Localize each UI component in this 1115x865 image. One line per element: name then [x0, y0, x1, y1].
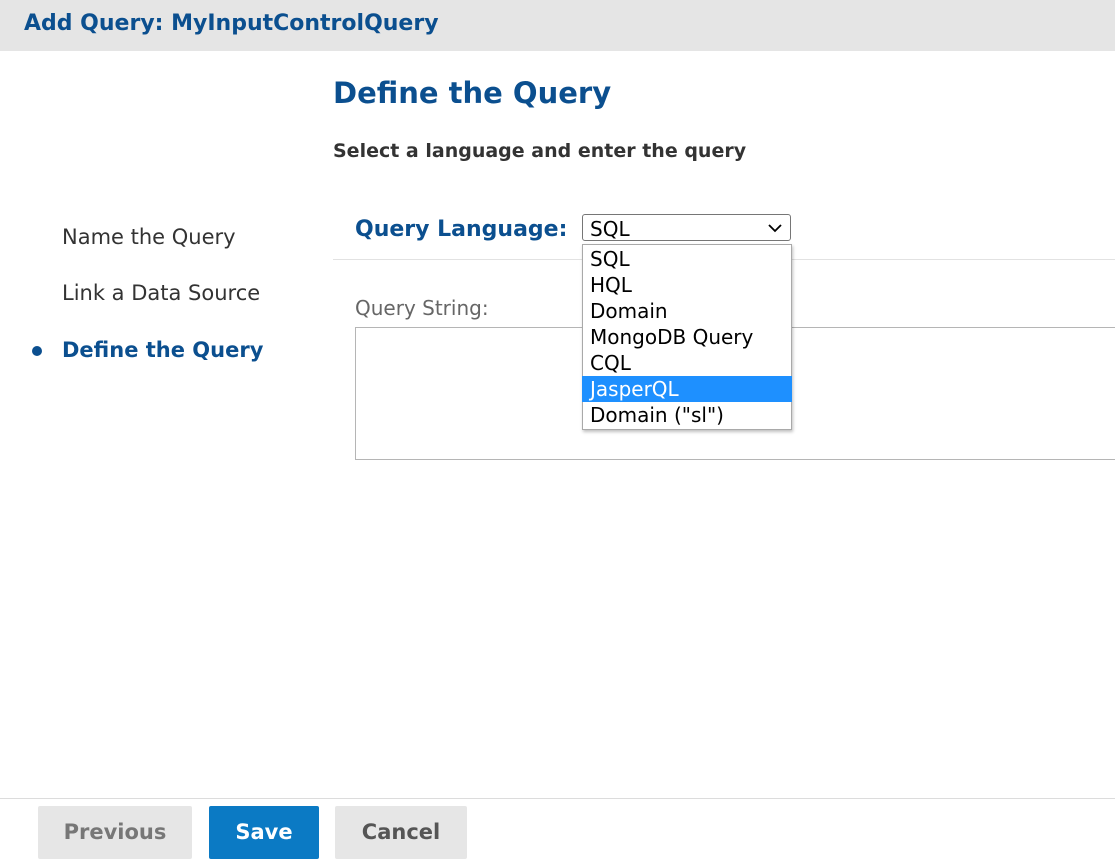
query-language-selected-value: SQL	[590, 217, 630, 241]
page-subtitle: Select a language and enter the query	[333, 140, 747, 162]
option-jasperql[interactable]: JasperQL	[582, 376, 792, 402]
footer-divider	[0, 798, 1115, 799]
query-language-dropdown-list: SQL HQL Domain MongoDB Query CQL JasperQ…	[582, 244, 792, 430]
option-domain-sl[interactable]: Domain ("sl")	[582, 402, 792, 428]
previous-button[interactable]: Previous	[38, 806, 192, 859]
query-language-label: Query Language:	[355, 217, 568, 242]
chevron-down-icon	[768, 224, 782, 233]
query-string-label: Query String:	[355, 296, 489, 320]
step-link-a-data-source[interactable]: Link a Data Source	[62, 281, 260, 305]
step-name-the-query[interactable]: Name the Query	[62, 225, 236, 249]
query-language-select[interactable]: SQL	[582, 214, 791, 241]
dialog-title: Add Query: MyInputControlQuery	[24, 11, 439, 36]
cancel-button[interactable]: Cancel	[335, 806, 467, 859]
option-domain[interactable]: Domain	[582, 298, 792, 324]
option-sql[interactable]: SQL	[582, 246, 792, 272]
save-button[interactable]: Save	[209, 806, 319, 859]
dialog-titlebar: Add Query: MyInputControlQuery	[0, 0, 1115, 51]
option-mongodb-query[interactable]: MongoDB Query	[582, 324, 792, 350]
active-step-bullet-icon	[32, 346, 42, 356]
option-cql[interactable]: CQL	[582, 350, 792, 376]
option-hql[interactable]: HQL	[582, 272, 792, 298]
step-define-the-query: Define the Query	[62, 338, 264, 362]
page-title: Define the Query	[333, 76, 612, 110]
